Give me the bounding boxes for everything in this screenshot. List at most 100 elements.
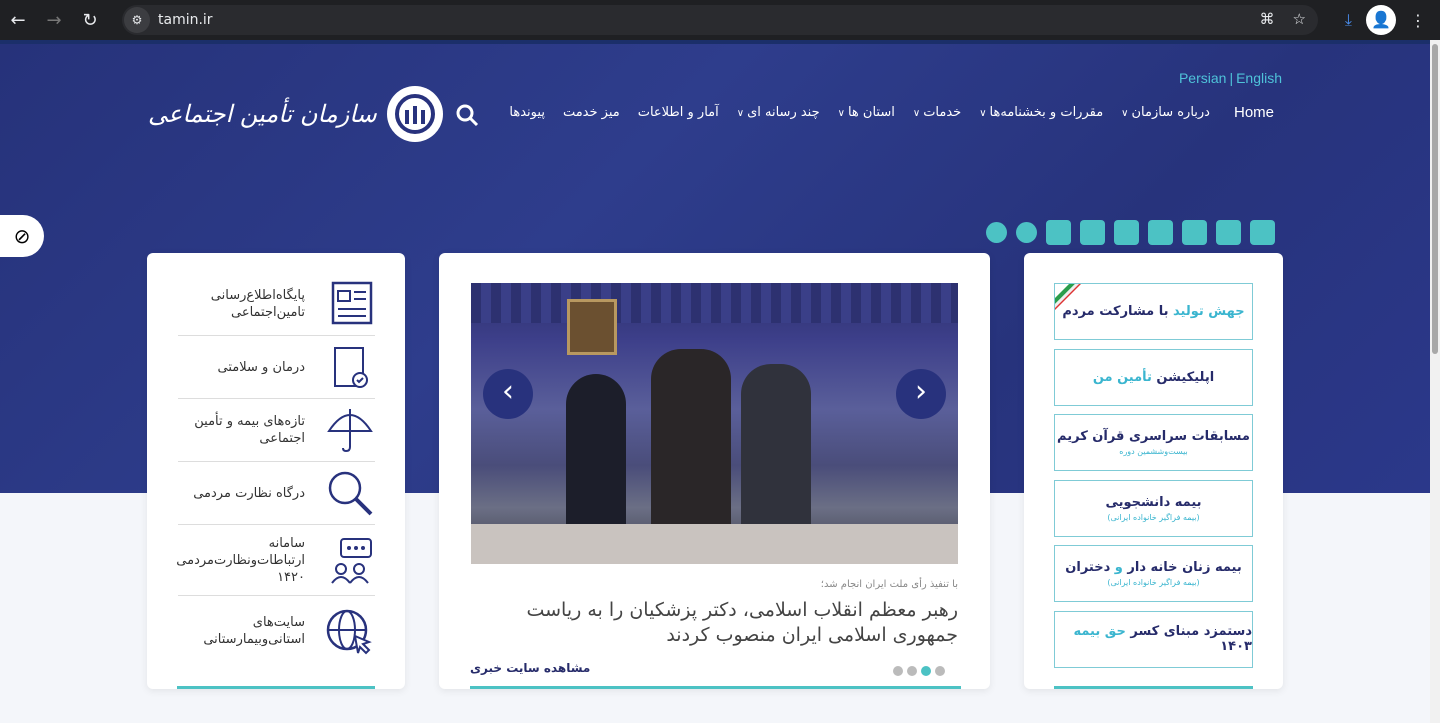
banner-link[interactable]: مسابقات سراسری قرآن کریم بیست‌وششمین دوره [1054, 414, 1253, 471]
quick-link-item[interactable]: تازه‌های بیمه و تأمین اجتماعی [178, 399, 375, 462]
translate-icon[interactable]: ⌘ [1260, 10, 1275, 28]
banner-title-part: تأمین من [1092, 369, 1152, 385]
forward-icon[interactable]: → [36, 10, 72, 31]
banner-title-part: بیمه دانشجویی [1105, 494, 1202, 510]
nav-label: چند رسانه ای [747, 105, 820, 120]
address-bar[interactable]: ⚙ tamin.ir ⌘ ☆ [122, 5, 1318, 35]
nav-label: استان ها [847, 105, 895, 120]
lang-persian[interactable]: Persian [1179, 70, 1226, 86]
lang-english[interactable]: English [1236, 70, 1282, 86]
banner-title: بیمه زنان خانه دار و دختران [1065, 560, 1241, 575]
slider-dot[interactable] [921, 666, 931, 676]
quick-links-panel: پایگاه‌اطلاع‌رسانی تامین‌اجتماعی درمان و … [147, 253, 405, 689]
news-site-link[interactable]: مشاهده سایت خبری [470, 661, 590, 675]
news-panel: ‹ › با تنفیذ رأی ملت ایران انجام شد؛ رهب… [439, 253, 990, 689]
quick-link-item[interactable]: درمان و سلامتی [178, 336, 375, 399]
banner-title: مسابقات سراسری قرآن کریم [1057, 429, 1250, 444]
chat-people-icon [325, 535, 375, 585]
iran-flag-icon [1055, 284, 1081, 310]
banner-link[interactable]: اپلیکیشن تأمین من [1054, 348, 1253, 406]
globe-cursor-icon [325, 606, 375, 656]
quick-link-item[interactable]: پایگاه‌اطلاع‌رسانی تامین‌اجتماعی [178, 273, 375, 336]
quick-link-item[interactable]: سامانه ارتباطات‌ونظارت‌مردمی ۱۴۲۰ [176, 525, 375, 596]
nav-item[interactable]: پیوندها [509, 105, 545, 120]
banner-subtitle: (بیمه فراگیر خانواده ایرانی) [1107, 578, 1200, 587]
slider-dots [893, 666, 945, 676]
panel-accent-bar [470, 686, 961, 689]
banner-subtitle: بیست‌وششمین دوره [1119, 447, 1188, 456]
news-subtitle: با تنفیذ رأی ملت ایران انجام شد؛ [820, 579, 958, 590]
menu-icon[interactable]: ⋮ [1410, 11, 1426, 30]
mailbox-icon[interactable] [1114, 220, 1139, 245]
url-text: tamin.ir [158, 12, 213, 28]
banner-title-part: حق بیمه [1073, 624, 1126, 639]
banner-title: دستمزد مبنای کسر حق بیمه ۱۴۰۳ [1055, 624, 1252, 654]
banner-link[interactable]: جهش تولید با مشارکت مردم [1054, 283, 1253, 340]
chevron-down-icon: ∨ [912, 108, 921, 119]
zoom-out-icon[interactable] [986, 222, 1007, 243]
banner-subtitle: (بیمه فراگیر خانواده ایرانی) [1107, 512, 1200, 522]
star-icon[interactable]: ☆ [1293, 10, 1306, 28]
banner-title: بیمه دانشجویی [1105, 495, 1201, 510]
quick-link-item[interactable]: سایت‌های استانی‌وبیمارستانی [178, 596, 375, 666]
nav-item[interactable]: Home [1234, 104, 1274, 121]
nav-item[interactable]: خدمات∨ [913, 105, 961, 120]
slider-dot[interactable] [935, 666, 945, 676]
banner-title-part: دختران [1065, 560, 1111, 575]
nav-item[interactable]: میز خدمت [563, 105, 620, 120]
profile-avatar[interactable]: 👤 [1366, 5, 1396, 35]
zoom-in-icon[interactable] [1016, 222, 1037, 243]
rss-icon[interactable] [1080, 220, 1105, 245]
quick-link-label: سامانه ارتباطات‌ونظارت‌مردمی ۱۴۲۰ [176, 535, 305, 585]
faq-icon[interactable] [1182, 220, 1207, 245]
banner-link[interactable]: دستمزد مبنای کسر حق بیمه ۱۴۰۳ [1054, 610, 1253, 668]
nav-item[interactable]: مقررات و بخشنامه‌ها∨ [979, 105, 1103, 120]
banner-title-part: بیمه زنان خانه دار [1122, 560, 1242, 575]
language-switch: Persian | English [1178, 70, 1282, 86]
slider-next-button[interactable]: › [896, 369, 946, 419]
email-icon[interactable] [1148, 220, 1173, 245]
home-icon[interactable] [1250, 220, 1275, 245]
quick-link-label: درمان و سلامتی [217, 359, 305, 375]
nav-label: مقررات و بخشنامه‌ها [989, 105, 1104, 120]
download-icon[interactable]: ⤓ [1345, 10, 1352, 30]
quick-link-label: سایت‌های استانی‌وبیمارستانی [203, 615, 305, 647]
banner-title-part: ۱۴۰۳ [1220, 639, 1252, 654]
main-nav: Home درباره سازمان∨ مقررات و بخشنامه‌ها∨ خد… [509, 104, 1274, 121]
banner-link[interactable]: بیمه زنان خانه دار و دختران (بیمه فراگیر … [1054, 545, 1253, 602]
quick-tools [986, 220, 1275, 245]
reload-icon[interactable]: ↻ [72, 10, 108, 31]
banner-title-part: و [1110, 560, 1123, 575]
banners-panel: جهش تولید با مشارکت مردم اپلیکیشن تأمین م… [1024, 253, 1283, 689]
banner-title: جهش تولید با مشارکت مردم [1062, 304, 1244, 319]
newspaper-icon [325, 279, 375, 329]
news-headline[interactable]: رهبر معظم انقلاب اسلامی، دکتر پزشکیان را… [478, 598, 958, 648]
nav-label: آمار و اطلاعات [637, 105, 719, 120]
slider-dot[interactable] [893, 666, 903, 676]
search-icon[interactable] [455, 103, 479, 127]
site-info-icon[interactable]: ⚙ [124, 7, 150, 33]
nav-label: درباره سازمان [1131, 105, 1210, 120]
logo[interactable]: سازمان تأمین اجتماعی [148, 86, 443, 142]
panel-accent-bar [177, 686, 375, 689]
news-slide-image[interactable] [471, 283, 958, 564]
banner-title-part: مسابقات سراسری قرآن کریم [1057, 429, 1250, 444]
logo-emblem-icon [386, 86, 443, 142]
accessibility-eye-icon[interactable]: ⊘ [0, 215, 44, 257]
chevron-down-icon: ∨ [1121, 108, 1129, 119]
nav-item[interactable]: استان ها∨ [838, 105, 895, 120]
slider-prev-button[interactable]: ‹ [483, 369, 533, 419]
nav-label: پیوندها [509, 105, 545, 120]
sitemap-icon[interactable] [1046, 220, 1071, 245]
back-icon[interactable]: ← [0, 10, 36, 31]
banner-link[interactable]: بیمه دانشجویی (بیمه فراگیر خانواده ایرانی… [1054, 479, 1253, 537]
slider-dot[interactable] [907, 666, 917, 676]
medical-report-icon [325, 342, 375, 392]
nav-item[interactable]: آمار و اطلاعات [638, 105, 719, 120]
nav-item[interactable]: چند رسانه ای∨ [737, 105, 820, 120]
nav-item[interactable]: درباره سازمان∨ [1121, 105, 1210, 120]
quick-link-item[interactable]: درگاه نظارت مردمی [178, 462, 375, 525]
scrollbar[interactable] [1430, 40, 1440, 723]
nav-label: Home [1233, 104, 1274, 121]
mobile-icon[interactable] [1216, 220, 1241, 245]
